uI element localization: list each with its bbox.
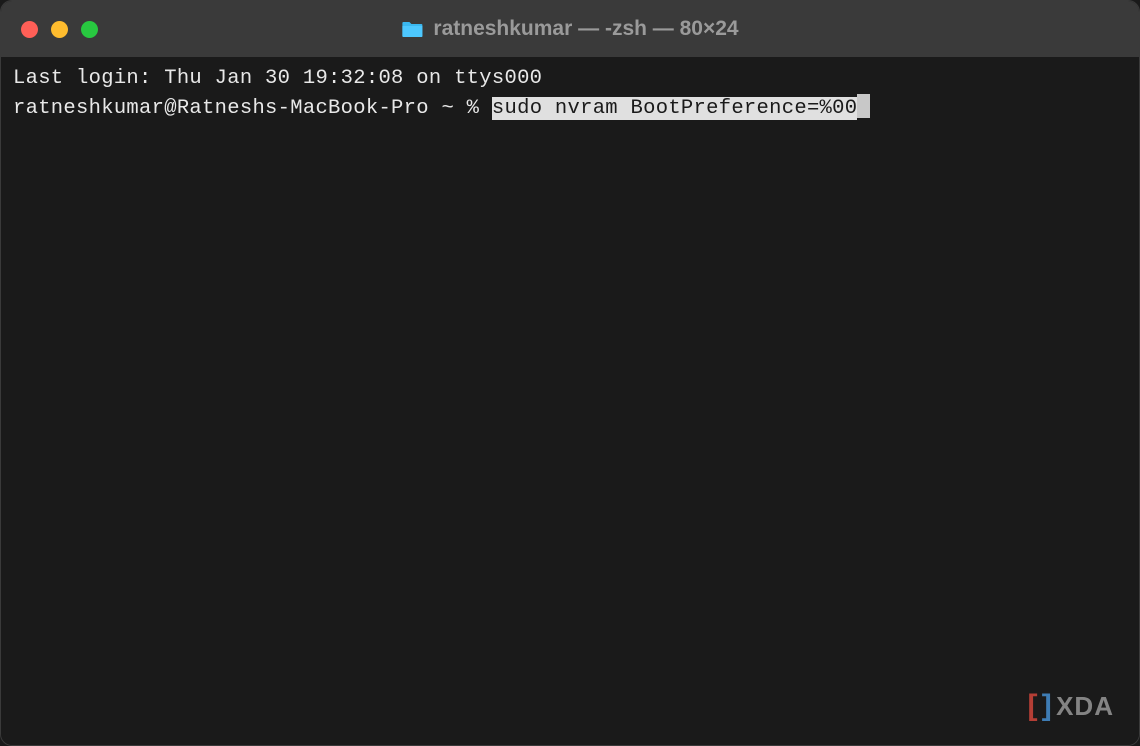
title-container: ratneshkumar — -zsh — 80×24 [401,17,738,41]
folder-icon [401,20,423,38]
terminal-window: ratneshkumar — -zsh — 80×24 Last login: … [0,0,1140,746]
titlebar[interactable]: ratneshkumar — -zsh — 80×24 [1,1,1139,57]
bracket-open-icon: [ [1028,685,1038,727]
watermark-text: XDA [1056,688,1114,724]
last-login-line: Last login: Thu Jan 30 19:32:08 on ttys0… [13,65,1127,94]
maximize-button[interactable] [81,21,98,38]
prompt-text: ratneshkumar@Ratneshs-MacBook-Pro ~ % [13,97,492,120]
watermark: [] XDA [1028,685,1115,727]
terminal-body[interactable]: Last login: Thu Jan 30 19:32:08 on ttys0… [1,57,1139,745]
window-title: ratneshkumar — -zsh — 80×24 [433,17,738,41]
traffic-lights [21,21,98,38]
prompt-line: ratneshkumar@Ratneshs-MacBook-Pro ~ % su… [13,94,1127,124]
minimize-button[interactable] [51,21,68,38]
bracket-close-icon: ] [1042,685,1052,727]
close-button[interactable] [21,21,38,38]
cursor [857,94,870,118]
command-text[interactable]: sudo nvram BootPreference=%00 [492,97,857,120]
